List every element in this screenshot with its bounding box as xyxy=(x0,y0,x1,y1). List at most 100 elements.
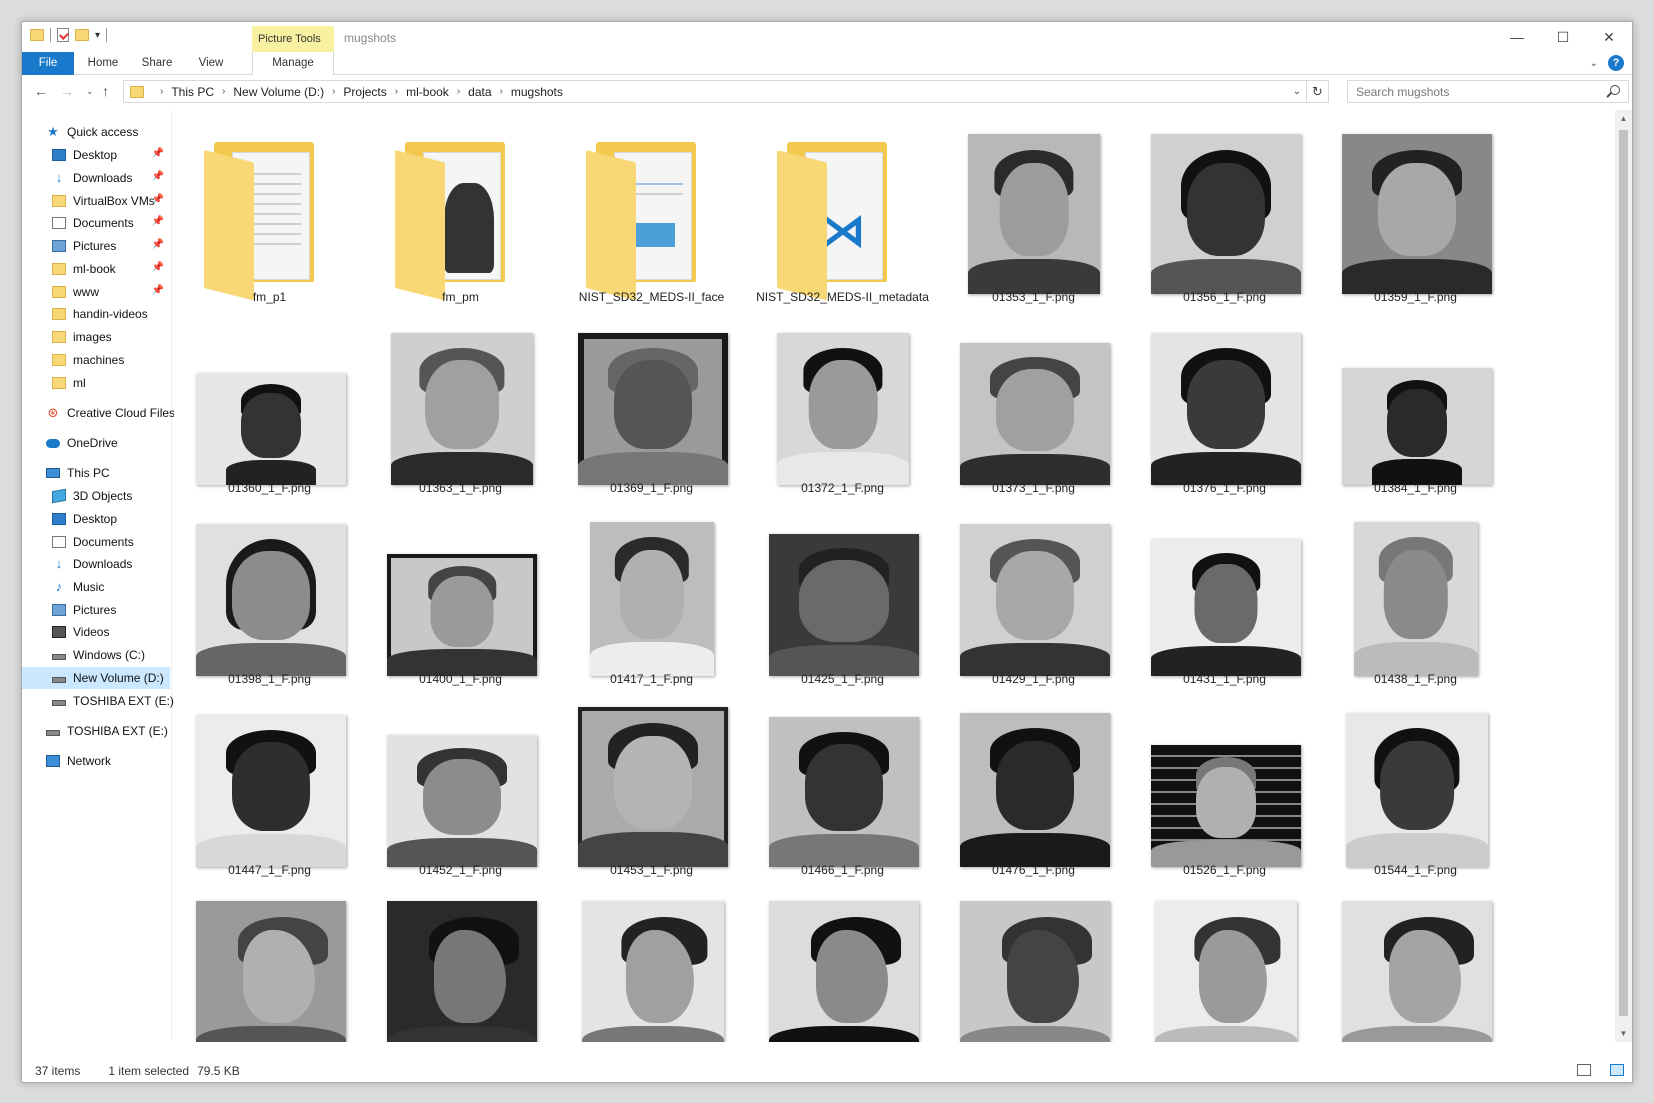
nav-item-toshiba-e[interactable]: TOSHIBA EXT (E:) xyxy=(22,690,174,712)
image-item[interactable]: 01359_1_F.png xyxy=(1320,122,1511,313)
nav-item-videos[interactable]: Videos xyxy=(22,621,170,643)
image-item[interactable]: 01544_1_F.png xyxy=(1320,695,1511,886)
image-item[interactable]: 01356_1_F.png xyxy=(1129,122,1320,313)
nav-item-ml-book[interactable]: ml-book 📌 xyxy=(22,258,170,280)
nav-item-pc-desktop[interactable]: Desktop xyxy=(22,508,170,530)
new-folder-icon[interactable] xyxy=(75,29,89,41)
expand-ribbon-chevron-icon[interactable]: ⌄ xyxy=(1590,58,1598,69)
nav-item-desktop[interactable]: Desktop 📌 xyxy=(22,144,170,166)
back-arrow-icon[interactable]: ← xyxy=(34,83,48,99)
nav-item-music[interactable]: ♪ Music xyxy=(22,576,170,598)
image-item[interactable]: 01453_1_F.png xyxy=(556,695,747,886)
nav-item-documents[interactable]: Documents 📌 xyxy=(22,212,170,234)
image-item[interactable]: 01447_1_F.png xyxy=(174,695,365,886)
nav-quick-access[interactable]: ★ Quick access xyxy=(22,121,170,143)
customize-toolbar-dropdown-icon[interactable]: ▾ xyxy=(95,30,100,41)
nav-item-downloads[interactable]: ↓ Downloads 📌 xyxy=(22,167,170,189)
help-icon[interactable]: ? xyxy=(1608,55,1624,71)
nav-item-pc-documents[interactable]: Documents xyxy=(22,531,170,553)
nav-onedrive[interactable]: OneDrive xyxy=(22,432,170,454)
search-icon[interactable] xyxy=(1610,85,1620,95)
image-item[interactable]: 01417_1_F.png xyxy=(556,504,747,695)
up-arrow-icon[interactable]: ↑ xyxy=(102,83,109,99)
breadcrumb-data[interactable]: data xyxy=(468,85,491,99)
tab-manage[interactable]: Manage xyxy=(252,52,334,75)
minimize-button[interactable]: — xyxy=(1494,22,1540,52)
search-input[interactable] xyxy=(1348,81,1588,102)
image-item[interactable]: 01373_1_F.png xyxy=(938,313,1129,504)
nav-item-www[interactable]: www 📌 xyxy=(22,281,170,303)
image-item[interactable]: 01438_1_F.png xyxy=(1320,504,1511,695)
folder-icon xyxy=(52,377,66,389)
nav-network[interactable]: Network xyxy=(22,750,170,772)
nav-this-pc[interactable]: This PC xyxy=(22,462,170,484)
breadcrumb-new-volume[interactable]: New Volume (D:) xyxy=(233,85,324,99)
nav-label: Desktop xyxy=(73,148,118,162)
tab-file[interactable]: File xyxy=(22,52,74,75)
image-item[interactable] xyxy=(747,886,938,1042)
refresh-icon[interactable]: ↻ xyxy=(1306,81,1328,102)
image-item[interactable]: 01429_1_F.png xyxy=(938,504,1129,695)
image-item[interactable] xyxy=(938,886,1129,1042)
nav-creative-cloud[interactable]: ⊛ Creative Cloud Files xyxy=(22,402,176,424)
breadcrumb-mugshots[interactable]: mugshots xyxy=(511,85,563,99)
close-button[interactable]: ✕ xyxy=(1586,22,1632,52)
image-item[interactable] xyxy=(556,886,747,1042)
scrollbar-thumb[interactable] xyxy=(1619,130,1628,1016)
image-item[interactable]: 01363_1_F.png xyxy=(365,313,556,504)
nav-item-pictures[interactable]: Pictures 📌 xyxy=(22,235,170,257)
nav-item-3d-objects[interactable]: 3D Objects xyxy=(22,485,170,507)
image-item[interactable]: 01360_1_F.png xyxy=(174,313,365,504)
image-item[interactable]: 01353_1_F.png xyxy=(938,122,1129,313)
image-item[interactable]: 01431_1_F.png xyxy=(1129,504,1320,695)
nav-item-new-volume-d[interactable]: New Volume (D:) xyxy=(22,667,170,689)
image-item[interactable] xyxy=(1320,886,1511,1042)
nav-item-ml[interactable]: ml xyxy=(22,372,170,394)
image-item[interactable]: 01376_1_F.png xyxy=(1129,313,1320,504)
tab-home[interactable]: Home xyxy=(80,52,126,75)
address-bar[interactable]: › This PC › New Volume (D:) › Projects › ml-… xyxy=(123,80,1329,103)
nav-item-windows-c[interactable]: Windows (C:) xyxy=(22,644,170,666)
image-item[interactable]: 01398_1_F.png xyxy=(174,504,365,695)
scroll-down-arrow-icon[interactable]: ▼ xyxy=(1615,1025,1632,1042)
image-item[interactable]: 01369_1_F.png xyxy=(556,313,747,504)
nav-item-pc-downloads[interactable]: ↓ Downloads xyxy=(22,553,170,575)
folder-item[interactable]: fm_p1 xyxy=(174,122,365,313)
image-item[interactable]: 01425_1_F.png xyxy=(747,504,938,695)
recent-locations-chevron-icon[interactable]: ⌄ xyxy=(86,86,94,97)
properties-icon[interactable] xyxy=(57,28,69,42)
nav-item-pc-pictures[interactable]: Pictures xyxy=(22,599,170,621)
search-box[interactable] xyxy=(1347,80,1629,103)
nav-item-images[interactable]: images xyxy=(22,326,170,348)
folder-item[interactable]: fm_pm xyxy=(365,122,556,313)
image-item[interactable]: 01466_1_F.png xyxy=(747,695,938,886)
large-icons-view-icon[interactable] xyxy=(1610,1064,1624,1076)
breadcrumb-projects[interactable]: Projects xyxy=(343,85,386,99)
nav-item-machines[interactable]: machines xyxy=(22,349,170,371)
breadcrumb-this-pc[interactable]: This PC xyxy=(171,85,214,99)
image-item[interactable] xyxy=(1129,886,1320,1042)
image-item[interactable]: 01526_1_F.png xyxy=(1129,695,1320,886)
image-item[interactable] xyxy=(365,886,556,1042)
breadcrumb-ml-book[interactable]: ml-book xyxy=(406,85,449,99)
address-dropdown-icon[interactable]: ⌄ xyxy=(1288,86,1306,97)
details-view-icon[interactable] xyxy=(1577,1064,1591,1076)
image-item[interactable]: 01372_1_F.png xyxy=(747,313,938,504)
nav-item-handin-videos[interactable]: handin-videos xyxy=(22,303,170,325)
image-item[interactable]: 01476_1_F.png xyxy=(938,695,1129,886)
vertical-scrollbar[interactable]: ▲ ▼ xyxy=(1615,110,1632,1042)
image-item[interactable]: 01400_1_F.png xyxy=(365,504,556,695)
nav-item-virtualbox-vms[interactable]: VirtualBox VMs 📌 xyxy=(22,190,170,212)
image-item[interactable]: 01384_1_F.png xyxy=(1320,313,1511,504)
image-item[interactable]: 01452_1_F.png xyxy=(365,695,556,886)
folder-item[interactable]: NIST_SD32_MEDS-II_face xyxy=(556,122,747,313)
forward-arrow-icon[interactable]: → xyxy=(60,83,74,99)
tab-share[interactable]: Share xyxy=(134,52,180,75)
scroll-up-arrow-icon[interactable]: ▲ xyxy=(1615,110,1632,127)
music-note-icon: ♪ xyxy=(55,579,63,594)
folder-item[interactable]: ⋊ NIST_SD32_MEDS-II_metadata xyxy=(747,122,938,313)
maximize-button[interactable]: ☐ xyxy=(1540,22,1586,52)
image-item[interactable] xyxy=(174,886,365,1042)
nav-toshiba-ext[interactable]: TOSHIBA EXT (E:) xyxy=(22,720,170,742)
tab-view[interactable]: View xyxy=(188,52,234,75)
